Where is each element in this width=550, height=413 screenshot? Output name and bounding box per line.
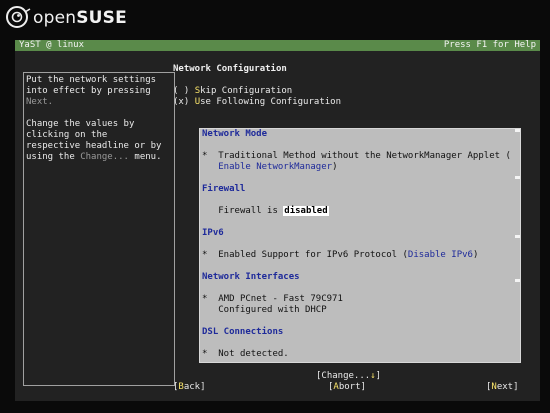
- configuration-overview[interactable]: Network Mode * Traditional Method withou…: [199, 128, 521, 363]
- dialog-title: Network Configuration: [173, 64, 287, 74]
- change-button[interactable]: [Change...↓]: [316, 371, 381, 382]
- radio-mark: (x): [173, 97, 190, 107]
- network-mode-link-line: Enable NetworkManager): [218, 162, 338, 172]
- help-line: Change the values by: [26, 119, 135, 129]
- help-hint: Press F1 for Help: [443, 40, 536, 50]
- interface-entry: * AMD PCnet - Fast 79C971: [202, 294, 343, 304]
- help-line: clicking on the: [26, 130, 108, 140]
- opensuse-logo: openSUSE: [5, 4, 127, 32]
- logo-wordmark: openSUSE: [33, 8, 127, 28]
- radio-label: kip Configuration: [200, 86, 293, 96]
- section-network-interfaces[interactable]: Network Interfaces: [202, 272, 300, 283]
- next-button[interactable]: [Next]: [486, 382, 519, 393]
- help-line-change: using the Change... menu.: [26, 152, 162, 162]
- scrollbar-thumb[interactable]: [515, 176, 520, 179]
- scrollbar-top-mark: [515, 129, 520, 132]
- scrollbar-mark: [515, 279, 520, 282]
- overview-scrollbar[interactable]: [515, 129, 520, 362]
- firewall-entry: Firewall is disabled: [218, 206, 329, 216]
- firewall-status[interactable]: disabled: [283, 206, 329, 216]
- window-title: YaST @ linux: [19, 40, 85, 50]
- dsl-entry: * Not detected.: [202, 349, 289, 359]
- yast-window: YaST @ linux Press F1 for Help Put the n…: [15, 40, 540, 401]
- disable-ipv6-link[interactable]: Disable IPv6: [408, 250, 473, 260]
- section-network-mode[interactable]: Network Mode: [202, 129, 267, 140]
- scrollbar-mark: [515, 235, 520, 238]
- skip-configuration-radio[interactable]: ( ) Skip Configuration: [173, 86, 292, 97]
- section-dsl-connections[interactable]: DSL Connections: [202, 327, 283, 338]
- chameleon-icon: [6, 6, 31, 28]
- help-pane[interactable]: Put the network settings into effect by …: [23, 72, 175, 386]
- abort-button[interactable]: [Abort]: [328, 382, 366, 393]
- radio-mark: ( ): [173, 86, 190, 96]
- ipv6-entry: * Enabled Support for IPv6 Protocol (Dis…: [202, 250, 479, 260]
- help-line: into effect by pressing: [26, 86, 151, 96]
- change-label: Change...: [321, 371, 371, 381]
- radio-label: se Following Configuration: [200, 97, 341, 107]
- title-bar: YaST @ linux Press F1 for Help: [15, 40, 540, 51]
- help-line: Put the network settings: [26, 75, 157, 85]
- back-button[interactable]: [Back]: [173, 382, 206, 393]
- use-following-configuration-radio[interactable]: (x) Use Following Configuration: [173, 97, 341, 108]
- section-ipv6[interactable]: IPv6: [202, 228, 224, 239]
- enable-networkmanager-link[interactable]: Enable NetworkManager: [218, 162, 332, 172]
- network-mode-entry: * Traditional Method without the Network…: [202, 151, 511, 161]
- interface-detail: Configured with DHCP: [218, 305, 327, 315]
- help-line: respective headline or by: [26, 141, 162, 151]
- help-next-word: Next.: [26, 97, 54, 107]
- section-firewall[interactable]: Firewall: [202, 184, 245, 195]
